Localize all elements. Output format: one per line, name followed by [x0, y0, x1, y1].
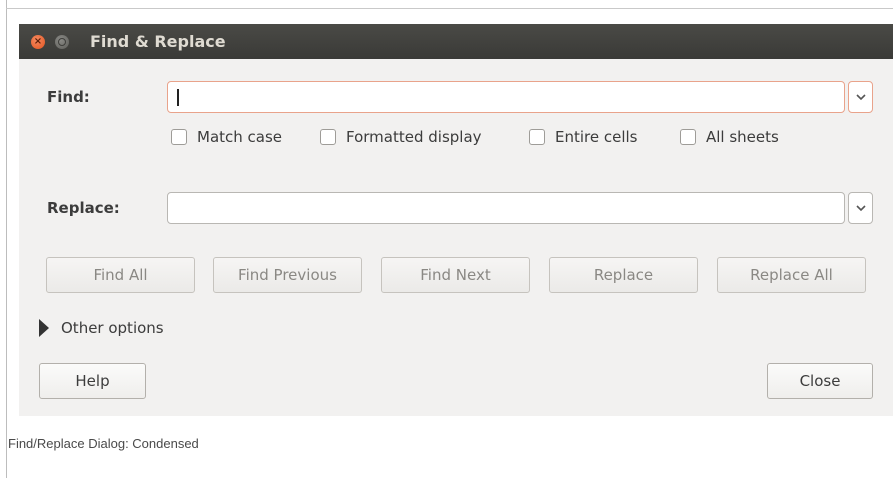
match-case-checkbox[interactable] [171, 129, 187, 145]
find-next-button[interactable]: Find Next [381, 257, 530, 293]
find-previous-button[interactable]: Find Previous [213, 257, 362, 293]
replace-label: Replace: [47, 199, 120, 217]
replace-all-button[interactable]: Replace All [717, 257, 866, 293]
option-all-sheets[interactable]: All sheets [680, 128, 779, 146]
close-button[interactable]: Close [767, 363, 873, 399]
chevron-down-icon [855, 204, 866, 211]
frame-border-top [6, 8, 893, 9]
text-caret [177, 89, 179, 106]
formatted-display-label: Formatted display [346, 128, 482, 146]
replace-button[interactable]: Replace [549, 257, 698, 293]
find-label: Find: [47, 88, 90, 106]
help-button[interactable]: Help [39, 363, 146, 399]
find-all-button[interactable]: Find All [46, 257, 195, 293]
entire-cells-label: Entire cells [555, 128, 638, 146]
replace-input[interactable] [167, 192, 845, 224]
window-title: Find & Replace [90, 32, 226, 51]
match-case-label: Match case [197, 128, 283, 146]
figure-caption: Find/Replace Dialog: Condensed [8, 436, 199, 451]
find-input[interactable] [167, 81, 845, 113]
formatted-display-checkbox[interactable] [320, 129, 336, 145]
all-sheets-checkbox[interactable] [680, 129, 696, 145]
entire-cells-checkbox[interactable] [529, 129, 545, 145]
window-close-icon[interactable]: × [31, 35, 45, 49]
window-minimize-icon[interactable] [55, 35, 69, 49]
title-bar[interactable]: × Find & Replace [19, 24, 893, 59]
expander-arrow-icon [39, 319, 49, 337]
frame-border-left [6, 0, 7, 478]
option-entire-cells[interactable]: Entire cells [529, 128, 638, 146]
chevron-down-icon [855, 93, 866, 100]
all-sheets-label: All sheets [706, 128, 779, 146]
replace-history-dropdown[interactable] [848, 192, 873, 224]
option-formatted-display[interactable]: Formatted display [320, 128, 482, 146]
other-options-expander[interactable]: Other options [39, 319, 164, 337]
find-replace-dialog: × Find & Replace Find: Match case Format… [19, 24, 893, 416]
other-options-label: Other options [61, 319, 164, 337]
find-history-dropdown[interactable] [848, 81, 873, 113]
option-match-case[interactable]: Match case [171, 128, 282, 146]
